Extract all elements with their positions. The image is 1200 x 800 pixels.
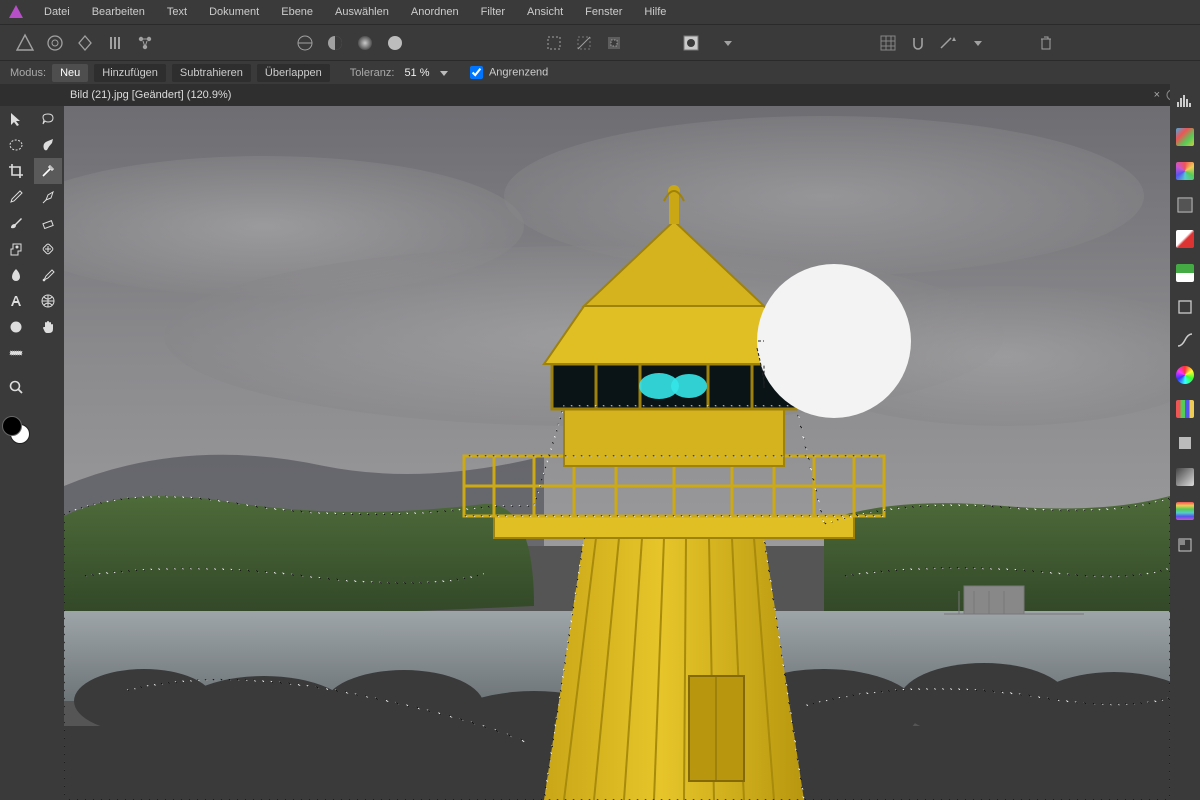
toleranz-dropdown-icon[interactable] (440, 69, 448, 77)
heal-tool[interactable] (34, 236, 62, 262)
smudge-tool[interactable] (34, 132, 62, 158)
menu-dokument[interactable]: Dokument (199, 2, 269, 22)
channels-g-icon[interactable] (1176, 264, 1194, 282)
select-rect-icon[interactable] (543, 32, 565, 54)
flood-select-tool[interactable] (34, 158, 62, 184)
pen-tool[interactable] (34, 184, 62, 210)
mode-ueberlappen[interactable]: Überlappen (257, 64, 330, 82)
trash-icon[interactable] (1035, 32, 1057, 54)
angrenzend-checkbox[interactable]: Angrenzend (470, 66, 549, 79)
main-toolbar (0, 24, 1200, 60)
dropper-tool[interactable] (2, 262, 30, 288)
persona-tone-icon[interactable] (104, 32, 126, 54)
crop-tool[interactable] (2, 158, 30, 184)
persona-export-icon[interactable] (134, 32, 156, 54)
menu-filter[interactable]: Filter (471, 2, 515, 22)
menu-text[interactable]: Text (157, 2, 197, 22)
menu-bearbeiten[interactable]: Bearbeiten (82, 2, 155, 22)
menu-fenster[interactable]: Fenster (575, 2, 632, 22)
grid-icon[interactable] (877, 32, 899, 54)
circle-tool[interactable] (2, 314, 30, 340)
blend-contrast-icon[interactable] (324, 32, 346, 54)
wand-arrow-icon[interactable] (937, 32, 959, 54)
blend-normal-icon[interactable] (294, 32, 316, 54)
tool-column-right (32, 106, 64, 800)
quickmask-icon[interactable] (681, 32, 709, 54)
tools-panel (0, 106, 64, 800)
menu-hilfe[interactable]: Hilfe (634, 2, 676, 22)
effects-icon[interactable] (1176, 298, 1194, 316)
menu-datei[interactable]: Datei (34, 2, 80, 22)
blend-solid-icon[interactable] (384, 32, 406, 54)
document-tab-strip: Bild (21).jpg [Geändert] (120.9%) × A: (0, 84, 1200, 106)
move-tool[interactable] (2, 106, 30, 132)
mode-hinzufuegen[interactable]: Hinzufügen (94, 64, 166, 82)
menu-bar: Datei Bearbeiten Text Dokument Ebene Aus… (0, 0, 1200, 24)
rainbow-icon[interactable] (1176, 502, 1194, 520)
eraser-tool[interactable] (34, 210, 62, 236)
right-panel-strip (1170, 84, 1200, 800)
adjustment-icon[interactable] (1176, 196, 1194, 214)
wheel-icon[interactable] (1176, 366, 1194, 384)
histogram-icon[interactable] (1176, 94, 1194, 112)
zoom-tool[interactable] (2, 374, 30, 400)
layers-icon[interactable] (1176, 434, 1194, 452)
marquee-rect-tool[interactable] (2, 132, 30, 158)
blend-soft-icon[interactable] (354, 32, 376, 54)
pan-tool[interactable] (34, 314, 62, 340)
color-picker-tool[interactable] (2, 184, 30, 210)
document-tab[interactable]: Bild (21).jpg [Geändert] (120.9%) (70, 89, 231, 101)
canvas-area[interactable] (64, 106, 1170, 800)
gradient-panel-icon[interactable] (1176, 468, 1194, 486)
assets-icon[interactable] (1176, 536, 1194, 554)
blur-tool[interactable] (34, 262, 62, 288)
dropdown2-icon[interactable] (967, 32, 989, 54)
swatches-icon[interactable] (1176, 162, 1194, 180)
snapping-icon[interactable] (907, 32, 929, 54)
mode-subtrahieren[interactable]: Subtrahieren (172, 64, 251, 82)
color-icon[interactable] (1176, 128, 1194, 146)
tool-column-left (0, 106, 32, 800)
document-close-button[interactable]: × (1154, 89, 1160, 101)
clone-tool[interactable] (2, 236, 30, 262)
menu-auswaehlen[interactable]: Auswählen (325, 2, 399, 22)
app-logo-icon (8, 4, 24, 20)
dropdown-icon[interactable] (717, 32, 739, 54)
context-toolbar: Modus: Neu Hinzufügen Subtrahieren Überl… (0, 60, 1200, 84)
angrenzend-label: Angrenzend (489, 66, 548, 78)
foreground-color-swatch[interactable] (2, 416, 22, 436)
menu-ansicht[interactable]: Ansicht (517, 2, 573, 22)
toleranz-value[interactable]: 51 % (400, 67, 433, 79)
persona-photo-icon[interactable] (14, 32, 36, 54)
modus-label: Modus: (10, 67, 46, 79)
selection-brush-cursor (757, 264, 911, 418)
text-tool[interactable] (2, 288, 30, 314)
persona-develop-icon[interactable] (74, 32, 96, 54)
gradient-tool[interactable] (2, 340, 30, 366)
select-invert-icon[interactable] (603, 32, 625, 54)
paintbrush-tool[interactable] (2, 210, 30, 236)
menu-ebene[interactable]: Ebene (271, 2, 323, 22)
select-deselect-icon[interactable] (573, 32, 595, 54)
mode-neu[interactable]: Neu (52, 64, 88, 82)
toleranz-label: Toleranz: (350, 67, 395, 79)
persona-liquify-icon[interactable] (44, 32, 66, 54)
lasso-tool[interactable] (34, 106, 62, 132)
mesh-tool[interactable] (34, 288, 62, 314)
curve-icon[interactable] (1176, 332, 1194, 350)
menu-anordnen[interactable]: Anordnen (401, 2, 469, 22)
document-canvas[interactable] (64, 106, 1170, 800)
palette-icon[interactable] (1176, 400, 1194, 418)
color-swatches[interactable] (0, 414, 32, 446)
channels-r-icon[interactable] (1176, 230, 1194, 248)
